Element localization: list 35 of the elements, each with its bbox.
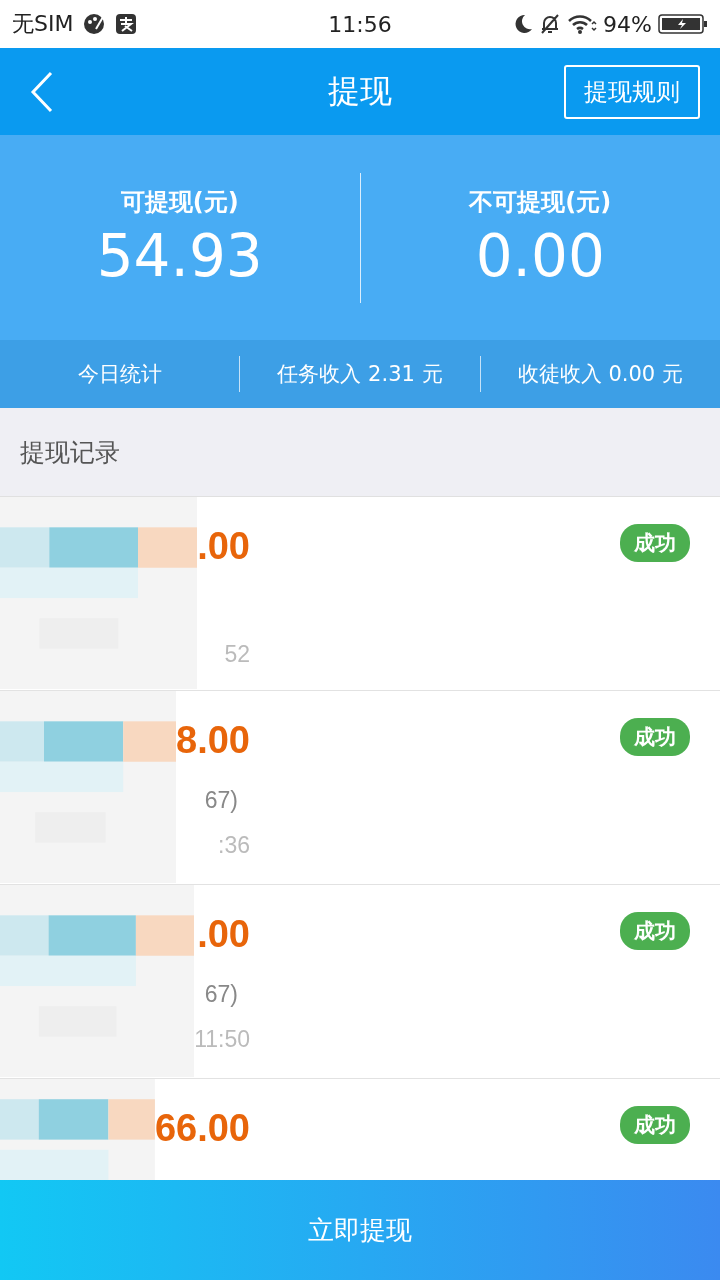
time-text: :36 <box>218 832 250 859</box>
battery-text: 94% <box>603 11 652 37</box>
clock-text: 11:56 <box>328 11 392 37</box>
moon-icon <box>513 13 534 35</box>
stats-text: 今日统计 <box>77 361 162 388</box>
time-text: 11:50 <box>194 1026 250 1053</box>
back-icon <box>30 70 54 113</box>
rules-button[interactable]: 提现规则 <box>564 64 700 119</box>
balance-label: 可提现(元) <box>120 186 239 218</box>
status-badge: 成功 <box>620 524 690 562</box>
carrier-text: 无SIM <box>12 10 74 38</box>
amount-text: 8.00 <box>176 718 250 763</box>
balance-label: 不可提现(元) <box>469 186 612 218</box>
account-text: 67) <box>204 787 238 814</box>
withdraw-button[interactable]: 立即提现 <box>0 1180 720 1280</box>
time-text: 52 <box>224 641 250 668</box>
status-badge: 成功 <box>620 718 690 756</box>
back-button[interactable] <box>30 70 54 113</box>
stats-text: 收徒收入 0.00 元 <box>517 361 683 388</box>
account-text: 67) <box>204 981 238 1008</box>
page-title: 提现 <box>328 70 392 112</box>
balance-amount: 54.93 <box>96 221 263 290</box>
payment-app-icon <box>115 13 138 35</box>
battery-icon <box>658 13 708 35</box>
status-badge: 成功 <box>620 912 690 950</box>
section-title: 提现记录 <box>20 436 120 469</box>
muted-bell-icon <box>539 13 562 35</box>
amount-text: .00 <box>197 912 250 957</box>
amount-text: .00 <box>197 524 250 569</box>
balance-amount: 0.00 <box>475 221 605 290</box>
status-badge: 成功 <box>620 1106 690 1144</box>
stats-text: 任务收入 2.31 元 <box>277 361 443 388</box>
palette-icon <box>83 13 106 35</box>
wifi-icon <box>567 13 598 35</box>
amount-text: 66.00 <box>154 1106 250 1151</box>
